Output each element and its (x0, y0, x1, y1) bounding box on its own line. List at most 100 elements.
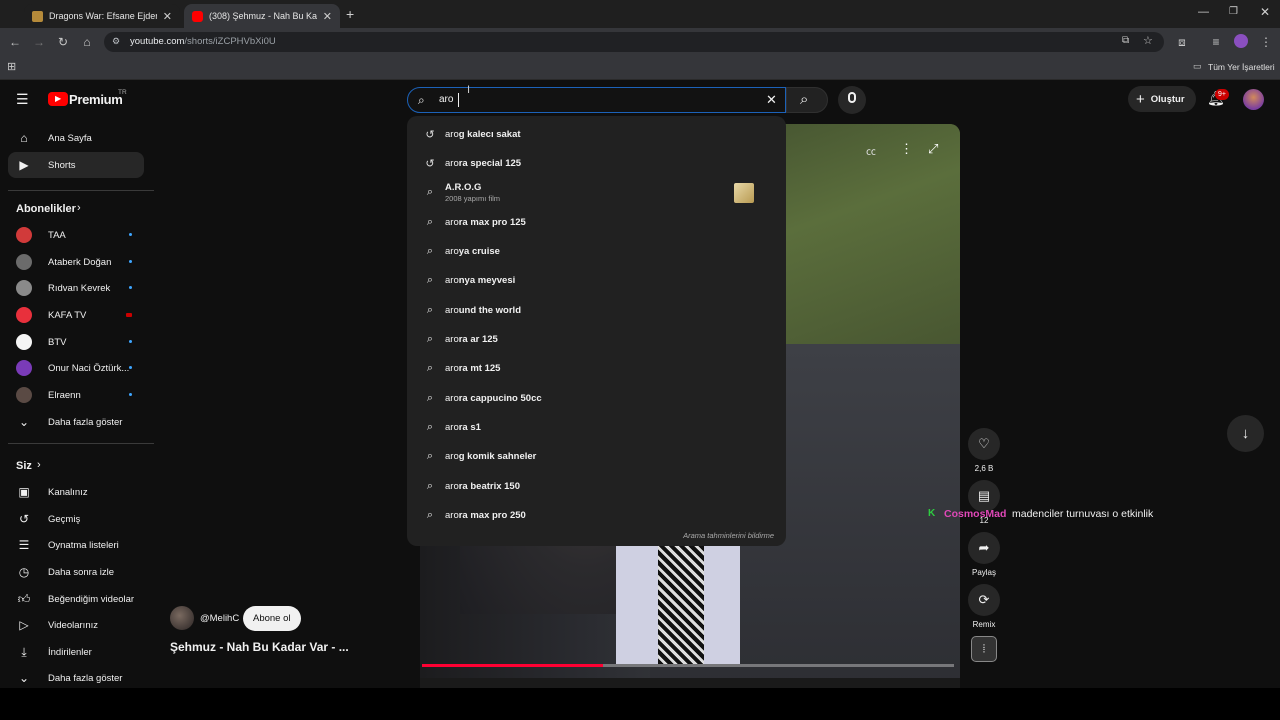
suggestion-typed-part: aro (445, 305, 459, 316)
url-text[interactable]: youtube.com/shorts/iZCPHVbXi0U (130, 36, 276, 47)
live-indicator-icon (126, 313, 132, 317)
fullscreen-icon[interactable]: ⤢ (928, 141, 938, 157)
sidebar-item-your-videos[interactable]: ▷ Videolarınız (8, 612, 144, 638)
subscription-item[interactable]: Ataberk Doğan (8, 249, 144, 275)
profile-avatar[interactable] (1234, 34, 1248, 48)
like-button[interactable]: ♡ (968, 428, 1000, 460)
subscription-item[interactable]: BTV (8, 329, 144, 355)
plus-icon: + (1136, 90, 1145, 108)
minimize-window-icon[interactable]: — (1198, 6, 1209, 18)
search-suggestion[interactable]: ⌕ arora ar 125 (407, 325, 786, 354)
suggestion-typed-part: aro (445, 129, 459, 140)
search-suggestion[interactable]: ⌕ arog komik sahneler (407, 442, 786, 471)
search-suggestion[interactable]: ⌕ arora beatrix 150 (407, 472, 786, 501)
search-input[interactable]: ⌕ aro ✕ (407, 87, 786, 113)
media-control-icon[interactable]: ≡ (1208, 35, 1224, 49)
chevron-right-icon[interactable]: › (37, 459, 41, 471)
show-more-subscriptions[interactable]: ⌄ Daha fazla göster (8, 409, 144, 435)
video-frame-tie (658, 544, 704, 664)
suggestion-completion: ra ar 125 (458, 334, 498, 345)
address-bar[interactable]: ⚙ youtube.com/shorts/iZCPHVbXi0U ⧉ ☆ (104, 32, 1164, 52)
sidebar-item-downloads[interactable]: ⤓ İndirilenler (8, 639, 144, 665)
suggestion-typed-part: aro (445, 451, 459, 462)
sound-button[interactable]: ⦙ (971, 636, 997, 662)
suggestion-completion: ra special 125 (458, 158, 522, 169)
sidebar-item-shorts[interactable]: ▶ Shorts (8, 152, 144, 178)
you-section-title[interactable]: Siz (16, 460, 32, 472)
search-suggestion[interactable]: ⌕ around the world (407, 296, 786, 325)
sidebar-item-your-channel[interactable]: ▣ Kanalınız (8, 479, 144, 505)
search-suggestion[interactable]: ⌕ A.R.O.G 2008 yapımı film (407, 178, 786, 207)
browser-tab-active[interactable]: (308) Şehmuz - Nah Bu Kadar V ✕ (184, 4, 340, 28)
back-icon[interactable]: ← (7, 35, 23, 49)
sidebar-item-watch-later[interactable]: ◷ Daha sonra izle (8, 559, 144, 585)
search-suggestion[interactable]: ↺ arog kalecı sakat (407, 120, 786, 149)
chevron-right-icon[interactable]: › (77, 202, 81, 214)
search-icon: ⌕ (426, 362, 434, 374)
create-button[interactable]: + Oluştur (1128, 86, 1196, 112)
suggestion-text: around the world (445, 305, 521, 316)
search-button[interactable]: ⌕ (786, 87, 828, 113)
sidebar-item-label: Geçmiş (48, 513, 81, 525)
close-tab-icon[interactable]: ✕ (323, 10, 332, 23)
sidebar-item-label: Ana Sayfa (48, 132, 92, 144)
microphone-icon (848, 92, 856, 103)
download-icon: ⤓ (21, 644, 27, 659)
create-label: Oluştur (1150, 93, 1185, 105)
channel-avatar (16, 227, 32, 243)
youtube-logo-icon[interactable]: ▶ (48, 92, 68, 106)
search-suggestion[interactable]: ↺ arora special 125 (407, 149, 786, 178)
more-options-icon[interactable]: ⋮ (900, 141, 913, 157)
sidebar-item-home[interactable]: ⌂ Ana Sayfa (8, 125, 144, 151)
hamburger-menu-icon[interactable]: ☰ (16, 91, 29, 108)
subscription-item[interactable]: KAFA TV (8, 302, 144, 328)
search-suggestion[interactable]: ⌕ arora cappucino 50cc (407, 384, 786, 413)
search-suggestion[interactable]: ⌕ aroya cruise (407, 237, 786, 266)
next-video-button[interactable]: ↓ (1227, 415, 1264, 452)
subscription-item[interactable]: TAA (8, 222, 144, 248)
subscription-item[interactable]: Elraenn (8, 382, 144, 408)
suggestion-completion: ra max pro 250 (458, 510, 526, 521)
remix-button[interactable]: ⟳ (968, 584, 1000, 616)
new-content-dot (129, 340, 132, 343)
voice-search-button[interactable] (838, 86, 866, 114)
subscribe-button[interactable]: Abone ol (243, 606, 301, 631)
search-suggestion[interactable]: ⌕ arora s1 (407, 413, 786, 442)
sidebar-item-playlists[interactable]: ☰ Oynatma listeleri (8, 532, 144, 558)
channel-handle[interactable]: @MelihC (200, 613, 239, 624)
account-avatar[interactable] (1243, 89, 1264, 110)
home-page-icon[interactable]: ⌂ (79, 35, 95, 49)
apps-grid-icon[interactable]: ⊞ (7, 60, 16, 73)
extensions-icon[interactable]: ⧈ (1174, 35, 1190, 49)
search-suggestion[interactable]: ⌕ arora mt 125 (407, 354, 786, 383)
progress-bar[interactable] (422, 664, 954, 667)
search-suggestion[interactable]: ⌕ arora max pro 250 (407, 501, 786, 530)
search-suggestion[interactable]: ⌕ arora max pro 125 (407, 208, 786, 237)
browser-menu-icon[interactable]: ⋮ (1258, 35, 1274, 49)
reload-icon[interactable]: ↻ (55, 35, 71, 49)
forward-icon[interactable]: → (31, 35, 47, 49)
subscriptions-title[interactable]: Abonelikler (16, 203, 76, 215)
install-app-icon[interactable]: ⧉ (1122, 35, 1129, 46)
bookmark-star-icon[interactable]: ☆ (1143, 34, 1153, 47)
sidebar-item-liked-videos[interactable]: 👍︎ Beğendiğim videolar (8, 586, 144, 612)
sidebar-item-history[interactable]: ↺ Geçmiş (8, 506, 144, 532)
search-suggestion[interactable]: ⌕ aronya meyvesi (407, 266, 786, 295)
browser-tab[interactable]: Dragons War: Efsane Ejderhalar ✕ (24, 4, 180, 28)
subscription-item[interactable]: Onur Naci Öztürk... (8, 355, 144, 381)
report-predictions-link[interactable]: Arama tahminlerini bildirme (683, 531, 774, 540)
close-tab-icon[interactable]: ✕ (163, 10, 172, 23)
share-button[interactable]: ➦ (968, 532, 1000, 564)
subscription-item[interactable]: Rıdvan Kevrek (8, 275, 144, 301)
like-count: 2,6 B (974, 464, 994, 473)
history-icon: ↺ (425, 129, 435, 141)
restore-window-icon[interactable]: ❐ (1229, 6, 1238, 17)
captions-icon[interactable]: ㏄ (866, 143, 876, 158)
new-tab-button[interactable]: + (346, 6, 354, 22)
suggestion-typed-part: aro (445, 246, 459, 257)
close-window-icon[interactable]: ✕ (1260, 5, 1270, 19)
channel-avatar[interactable] (170, 606, 194, 630)
site-info-icon[interactable]: ⚙ (112, 36, 120, 47)
all-bookmarks-link[interactable]: Tüm Yer İşaretleri (1208, 62, 1275, 72)
clear-search-icon[interactable]: ✕ (766, 92, 777, 108)
